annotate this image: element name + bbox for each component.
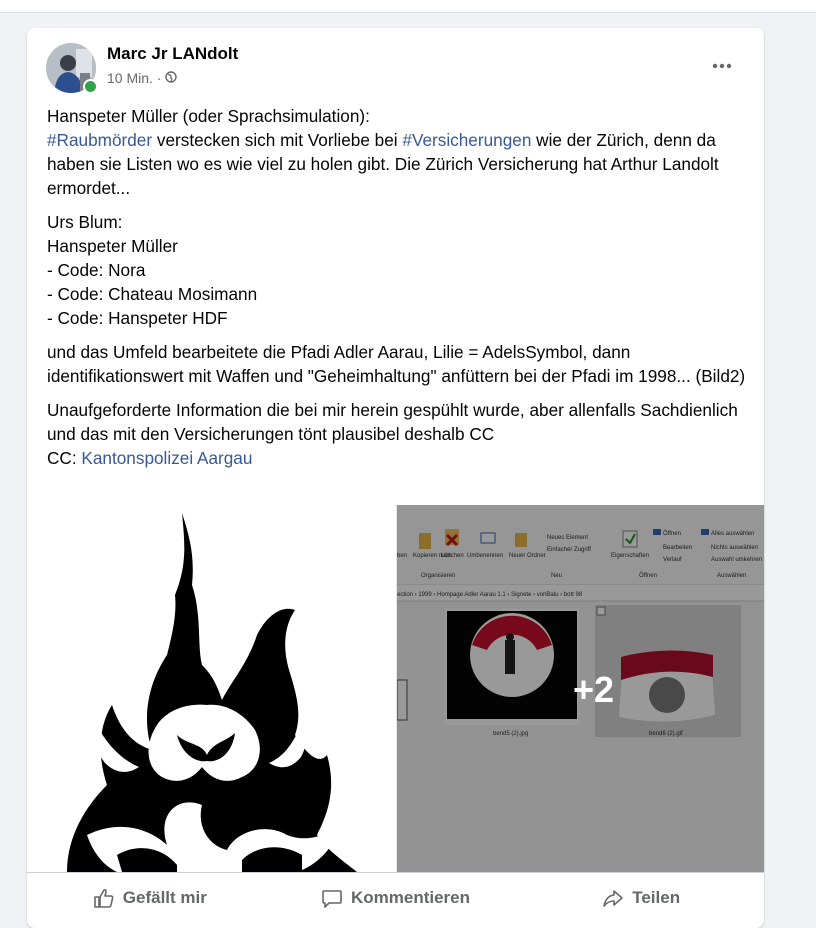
hashtag-link[interactable]: #Raubmörder xyxy=(47,130,152,150)
post-meta: 10 Min. · xyxy=(107,70,178,86)
post-text-segment: Unaufgeforderte Information die bei mir … xyxy=(47,400,738,444)
post-text-segment: und das Umfeld bearbeitete die Pfadi Adl… xyxy=(47,342,746,386)
post-text-segment: - Code: Hanspeter HDF xyxy=(47,308,228,328)
thumbs-up-icon xyxy=(93,888,114,908)
photo-explorer-screenshot[interactable]: ben Kopieren nach Löschen Umbenennen Neu… xyxy=(397,505,764,872)
post-card: Marc Jr LANdolt 10 Min. · Hanspeter Müll… xyxy=(27,28,764,928)
photo-lily-symbol[interactable] xyxy=(27,505,397,872)
photo-gallery: ben Kopieren nach Löschen Umbenennen Neu… xyxy=(27,505,764,872)
post-author[interactable]: Marc Jr LANdolt xyxy=(107,44,238,64)
like-button[interactable]: Gefällt mir xyxy=(27,867,273,928)
like-label: Gefällt mir xyxy=(122,888,207,907)
post-actions: Gefällt mir Kommentieren Teilen xyxy=(27,872,764,928)
post-text-segment: Urs Blum: xyxy=(47,212,123,232)
share-button[interactable]: Teilen xyxy=(518,867,764,928)
comment-bubble-icon xyxy=(322,890,342,908)
more-photos-count[interactable]: +2 xyxy=(397,505,764,872)
post-text: Hanspeter Müller (oder Sprachsimulation)… xyxy=(47,104,752,480)
post-text-segment: Hanspeter Müller xyxy=(47,236,178,256)
globe-icon[interactable] xyxy=(165,70,178,86)
post-text-segment: verstecken sich mit Vorliebe bei xyxy=(152,130,403,150)
comment-label: Kommentieren xyxy=(350,888,471,907)
post-text-segment: - Code: Nora xyxy=(47,260,146,280)
share-label: Teilen xyxy=(632,888,681,907)
post-text-segment: CC: xyxy=(47,448,82,468)
post-paragraph: Hanspeter Müller (oder Sprachsimulation)… xyxy=(47,104,752,200)
more-photos-label: +2 xyxy=(572,668,615,710)
more-dots-icon xyxy=(712,63,732,69)
post-paragraph: Urs Blum: Hanspeter Müller - Code: Nora - C… xyxy=(47,210,752,330)
post-paragraph: und das Umfeld bearbeitete die Pfadi Adl… xyxy=(47,340,752,388)
lily-flame-image xyxy=(27,505,396,872)
comment-button[interactable]: Kommentieren xyxy=(273,867,519,928)
hashtag-link[interactable]: #Versicherungen xyxy=(402,130,531,150)
online-status-indicator xyxy=(83,79,98,94)
post-paragraph: Unaufgeforderte Information die bei mir … xyxy=(47,398,752,470)
hashtag-link[interactable]: Kantonspolizei Aargau xyxy=(81,448,252,468)
post-timestamp[interactable]: 10 Min. · xyxy=(107,70,161,86)
post-text-segment: Hanspeter Müller (oder Sprachsimulation)… xyxy=(47,106,370,126)
top-navigation-bar xyxy=(0,0,816,13)
post-text-segment: - Code: Chateau Mosimann xyxy=(47,284,258,304)
share-arrow-icon xyxy=(603,890,624,907)
more-options-button[interactable] xyxy=(707,51,737,81)
